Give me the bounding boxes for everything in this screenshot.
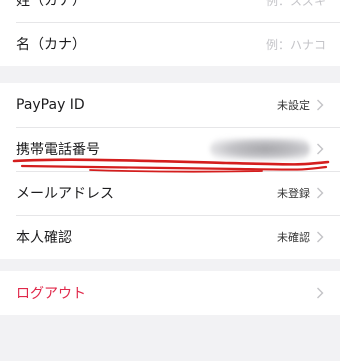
- account-info-group: PayPay ID 未設定 携帯電話番号 メールアドレス 未登録 本人確認 未確…: [0, 83, 340, 259]
- paypay-id-row[interactable]: PayPay ID 未設定: [0, 83, 340, 127]
- phone-number-label: 携帯電話番号: [16, 142, 100, 158]
- chevron-right-icon: [314, 186, 326, 200]
- first-name-kana-input[interactable]: 例：ハナコ: [266, 36, 326, 53]
- chevron-right-icon: [314, 286, 326, 300]
- email-row[interactable]: メールアドレス 未登録: [0, 171, 340, 215]
- last-name-kana-input[interactable]: 例：スズキ: [266, 0, 326, 9]
- first-name-kana-label: 名（カナ）: [16, 37, 86, 53]
- paypay-id-label: PayPay ID: [16, 97, 85, 113]
- logout-row[interactable]: ログアウト: [0, 271, 340, 315]
- chevron-right-icon: [314, 98, 326, 112]
- identity-verification-row[interactable]: 本人確認 未確認: [0, 215, 340, 259]
- identity-verification-value: 未確認: [277, 231, 310, 244]
- email-value: 未登録: [277, 187, 310, 200]
- name-kana-group: 姓（カナ） 例：スズキ 名（カナ） 例：ハナコ: [0, 0, 340, 66]
- phone-number-row[interactable]: 携帯電話番号: [0, 127, 340, 171]
- last-name-kana-row[interactable]: 姓（カナ） 例：スズキ: [0, 0, 340, 22]
- first-name-kana-row[interactable]: 名（カナ） 例：ハナコ: [0, 22, 340, 66]
- chevron-right-icon: [314, 142, 326, 156]
- phone-number-blurred-value: [210, 138, 310, 160]
- paypay-id-value: 未設定: [277, 99, 310, 112]
- logout-label: ログアウト: [16, 286, 86, 302]
- chevron-right-icon: [314, 230, 326, 244]
- email-label: メールアドレス: [16, 186, 114, 202]
- last-name-kana-label: 姓（カナ）: [16, 0, 86, 9]
- identity-verification-label: 本人確認: [16, 230, 72, 246]
- account-settings-screen: 姓（カナ） 例：スズキ 名（カナ） 例：ハナコ PayPay ID 未設定 携帯…: [0, 0, 340, 361]
- logout-group: ログアウト: [0, 271, 340, 315]
